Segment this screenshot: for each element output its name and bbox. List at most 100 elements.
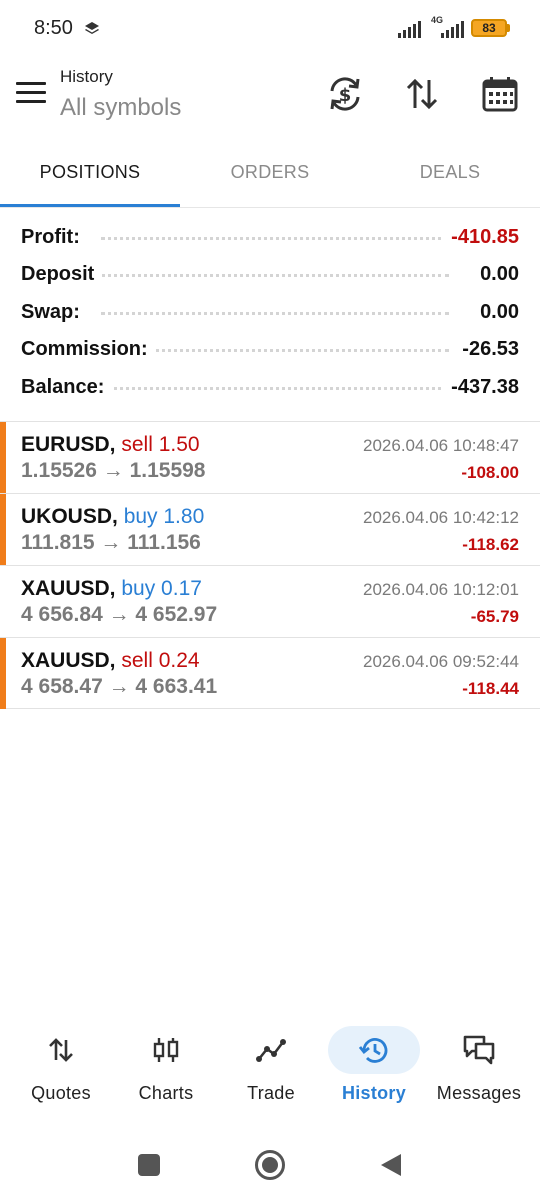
recent-apps-icon[interactable] <box>137 1153 161 1177</box>
app-header: History All symbols $ <box>0 60 540 140</box>
deal-profit: -118.62 <box>462 535 519 554</box>
deal-side: buy 1.80 <box>123 505 205 528</box>
summary-row-profit: Profit: -410.85 <box>21 220 519 257</box>
layers-icon <box>85 22 99 34</box>
nav-icon-container <box>225 1026 317 1074</box>
deal-time: 2026.04.06 10:48:47 <box>363 436 519 455</box>
deal-profit: -118.44 <box>462 679 519 698</box>
menu-icon-bar <box>16 82 46 85</box>
summary-row-deposit: Deposit 0.00 <box>21 257 519 294</box>
messages-icon <box>463 1035 495 1065</box>
sell-indicator <box>0 494 6 565</box>
summary-value: -26.53 <box>454 338 519 361</box>
nav-icon-container <box>328 1026 420 1074</box>
dotted-leader <box>101 311 449 315</box>
summary-label: Balance: <box>21 376 113 399</box>
deal-side: sell 1.50 <box>121 433 200 456</box>
summary-label: Profit: <box>21 226 88 249</box>
menu-button[interactable] <box>16 82 46 106</box>
nav-quotes[interactable]: Quotes <box>7 1020 115 1120</box>
sort-icon[interactable] <box>402 74 442 114</box>
summary-label: Commission: <box>21 338 156 361</box>
deal-time: 2026.04.06 10:12:01 <box>363 580 519 599</box>
bottom-navigation: Quotes Charts Trade History Messages <box>0 1020 540 1120</box>
trade-icon <box>256 1039 286 1062</box>
symbol-name: EURUSD, <box>21 433 116 456</box>
deal-time: 2026.04.06 10:42:12 <box>363 508 519 527</box>
nav-icon-container <box>433 1026 525 1074</box>
summary-panel: Profit: -410.85 Deposit 0.00 Swap: 0.00 … <box>0 220 540 420</box>
deal-symbol: EURUSD, sell 1.50 <box>21 433 200 457</box>
nav-icon-container <box>15 1026 107 1074</box>
svg-text:$: $ <box>339 85 352 106</box>
quotes-icon <box>49 1038 73 1062</box>
deal-prices: 4 656.84 → 4 652.97 <box>21 603 218 626</box>
summary-value: 0.00 <box>472 263 519 286</box>
nav-label: Trade <box>247 1083 295 1103</box>
symbol-name: UKOUSD, <box>21 505 118 528</box>
summary-value: 0.00 <box>472 301 519 324</box>
dotted-leader <box>101 273 449 277</box>
summary-value: -437.38 <box>443 376 519 399</box>
deal-symbol: XAUUSD, buy 0.17 <box>21 577 202 601</box>
nav-icon-container <box>120 1026 212 1074</box>
list-item[interactable]: EURUSD, sell 1.50 1.15526 → 1.15598 2026… <box>0 421 540 493</box>
history-icon <box>359 1038 388 1063</box>
system-navigation-bar <box>0 1130 540 1200</box>
status-bar: 8:50 4G 83 <box>0 0 540 58</box>
dotted-leader <box>101 236 449 240</box>
menu-icon-bar <box>16 100 46 103</box>
back-icon[interactable] <box>378 1152 404 1178</box>
deal-prices: 4 658.47 → 4 663.41 <box>21 675 218 698</box>
battery-indicator: 83 <box>471 19 507 37</box>
deal-profit: -108.00 <box>461 463 519 482</box>
list-item[interactable]: XAUUSD, sell 0.24 4 658.47 → 4 663.41 20… <box>0 637 540 709</box>
sell-indicator <box>0 422 6 493</box>
summary-value: -410.85 <box>443 226 519 249</box>
list-item[interactable]: UKOUSD, buy 1.80 111.815 → 111.156 2026.… <box>0 493 540 565</box>
sell-indicator <box>0 638 6 709</box>
symbol-filter[interactable]: All symbols <box>60 94 181 122</box>
deal-side: sell 0.24 <box>121 649 200 672</box>
menu-icon-bar <box>16 91 46 94</box>
nav-trade[interactable]: Trade <box>217 1020 325 1120</box>
summary-row-balance: Balance: -437.38 <box>21 370 519 407</box>
active-tab-indicator <box>0 204 180 207</box>
deal-side: buy 0.17 <box>121 577 202 600</box>
calendar-icon[interactable] <box>480 74 520 114</box>
summary-row-commission: Commission: -26.53 <box>21 332 519 369</box>
summary-label: Deposit <box>21 263 103 286</box>
tab-orders[interactable]: ORDERS <box>180 140 360 206</box>
deal-profit: -65.79 <box>470 607 519 626</box>
nav-messages[interactable]: Messages <box>425 1020 533 1120</box>
page-title: History <box>60 67 113 86</box>
deal-prices: 1.15526 → 1.15598 <box>21 459 206 482</box>
signal-icon <box>441 21 464 38</box>
nav-label: Quotes <box>31 1083 91 1103</box>
deal-symbol: XAUUSD, sell 0.24 <box>21 649 200 673</box>
nav-label: Messages <box>436 1083 522 1103</box>
tab-positions[interactable]: POSITIONS <box>0 140 180 206</box>
history-tabs: POSITIONS ORDERS DEALS <box>0 140 540 208</box>
nav-label: History <box>341 1083 407 1103</box>
summary-row-swap: Swap: 0.00 <box>21 295 519 332</box>
summary-label: Swap: <box>21 301 88 324</box>
currency-exchange-icon[interactable]: $ <box>325 74 365 114</box>
list-item[interactable]: XAUUSD, buy 0.17 4 656.84 → 4 652.97 202… <box>0 565 540 637</box>
deal-time: 2026.04.06 09:52:44 <box>363 652 519 671</box>
dotted-leader <box>101 386 449 390</box>
symbol-name: XAUUSD, <box>21 577 116 600</box>
tab-deals[interactable]: DEALS <box>360 140 540 206</box>
signal-icon <box>398 21 421 38</box>
home-icon[interactable] <box>254 1149 286 1181</box>
status-time: 8:50 <box>34 17 73 39</box>
symbol-name: XAUUSD, <box>21 649 116 672</box>
positions-list: EURUSD, sell 1.50 1.15526 → 1.15598 2026… <box>0 421 540 709</box>
nav-history[interactable]: History <box>320 1020 428 1120</box>
charts-icon <box>153 1038 179 1062</box>
battery-tip <box>507 24 510 32</box>
nav-label: Charts <box>138 1083 194 1103</box>
deal-symbol: UKOUSD, buy 1.80 <box>21 505 204 529</box>
nav-charts[interactable]: Charts <box>112 1020 220 1120</box>
deal-prices: 111.815 → 111.156 <box>21 531 201 554</box>
